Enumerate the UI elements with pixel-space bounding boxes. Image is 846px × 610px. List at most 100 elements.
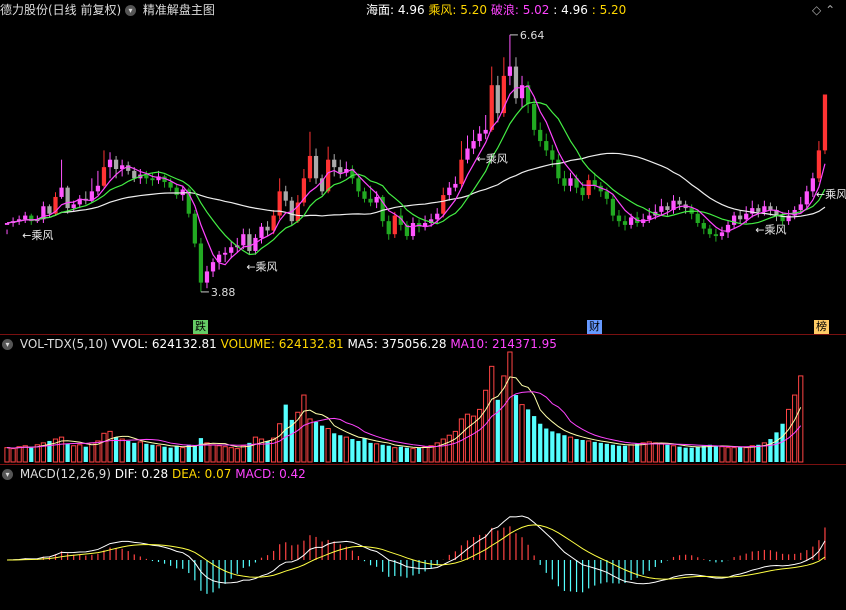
volume-bar — [356, 440, 361, 462]
volume-bar — [683, 447, 688, 462]
volume-bar — [343, 436, 349, 463]
volume-bar — [228, 447, 234, 463]
volume-bar — [350, 439, 355, 462]
candle-body — [386, 221, 391, 235]
volume-bar — [150, 444, 155, 462]
volume-bar — [283, 404, 288, 462]
volume-bar — [507, 351, 513, 463]
volume-bar — [307, 418, 313, 463]
volume-bar — [695, 446, 700, 462]
candle-body — [477, 133, 482, 142]
volume-bar — [168, 447, 173, 462]
volume-bar — [562, 435, 567, 462]
signal-label: ←乘风 — [246, 261, 277, 274]
volume-bar — [422, 446, 428, 463]
volume-bar — [332, 433, 337, 462]
volume-bar — [416, 447, 422, 462]
volume-bar — [29, 447, 34, 462]
volume-bar — [77, 444, 83, 463]
volume-bar — [198, 438, 204, 462]
candle-body — [441, 195, 446, 214]
candle-body — [586, 180, 591, 196]
candles-group — [4, 34, 828, 292]
candle-body — [628, 217, 634, 225]
signal-label: ←乘风 — [22, 229, 53, 242]
macd-group — [7, 515, 826, 594]
volume-bar — [701, 445, 706, 462]
volume-bar — [774, 432, 779, 462]
volume-bar — [325, 428, 331, 463]
volume-bar — [71, 445, 77, 463]
volume-bar — [277, 423, 283, 463]
volume-bar — [65, 443, 70, 462]
macd-dif-line — [7, 515, 826, 585]
volume-bar — [544, 428, 549, 462]
candle-body — [465, 148, 470, 160]
volume-bar — [495, 399, 500, 462]
candle-body — [483, 129, 488, 134]
volume-bar — [622, 445, 628, 462]
volume-bar — [301, 394, 307, 463]
candle-body — [550, 150, 555, 160]
volume-bar — [186, 444, 191, 462]
volume-bar — [126, 440, 131, 462]
volume-bar — [665, 444, 670, 462]
volume-bar — [10, 448, 16, 463]
kline-chart[interactable]: 6.64 3.88 ←乘风 ←乘风 ←乘风 ←乘风 ←乘风 — [0, 0, 846, 610]
volume-bar — [489, 365, 495, 463]
candle-body — [247, 234, 252, 251]
candle-body — [23, 215, 28, 220]
candle-body — [538, 129, 543, 142]
volume-bar — [155, 445, 162, 463]
signal-label: ←乘风 — [477, 153, 508, 166]
candle-body — [374, 196, 379, 203]
candle-body — [738, 215, 743, 220]
volume-bar — [16, 446, 22, 463]
volume-bars-group — [4, 351, 804, 463]
volume-bar — [386, 445, 391, 462]
candle-body — [556, 159, 561, 179]
volume-bar — [446, 434, 452, 463]
candle-body — [562, 178, 567, 186]
candle-body — [259, 226, 264, 238]
volume-bar — [580, 440, 585, 462]
volume-bar — [731, 447, 737, 463]
volume-bar — [192, 445, 197, 462]
volume-bar — [756, 444, 761, 462]
volume-bar — [743, 447, 749, 463]
volume-bar — [719, 446, 725, 463]
volume-bar — [738, 446, 743, 462]
volume-bar — [538, 423, 543, 462]
volume-bar — [107, 430, 113, 463]
candle-body — [507, 66, 513, 76]
volume-bar — [556, 433, 561, 462]
candle-body — [229, 247, 234, 253]
volume-bar — [338, 435, 343, 462]
volume-bar — [670, 445, 677, 463]
volume-bar — [174, 445, 179, 462]
candle-body — [744, 213, 749, 220]
candle-body — [580, 187, 585, 196]
volume-bar — [628, 444, 634, 463]
candle-body — [695, 213, 700, 224]
candle-body — [307, 155, 313, 179]
volume-bar — [240, 445, 246, 463]
volume-bar — [204, 442, 210, 463]
moving-averages-group — [6, 85, 826, 266]
candle-body — [719, 232, 725, 237]
high-price-label: 6.64 — [520, 29, 545, 42]
candle-body — [113, 159, 119, 169]
volume-bar — [567, 436, 574, 463]
volume-bar — [707, 444, 712, 462]
candle-body — [453, 183, 458, 188]
volume-bar — [380, 444, 385, 462]
volume-bar — [550, 431, 555, 462]
candle-body — [616, 215, 622, 222]
volume-bar — [798, 375, 804, 463]
volume-bar — [398, 446, 403, 462]
volume-bar — [792, 394, 798, 463]
candle-body — [707, 228, 712, 235]
candle-body — [410, 223, 416, 237]
candle-body — [459, 159, 464, 184]
candle-body — [338, 167, 343, 173]
